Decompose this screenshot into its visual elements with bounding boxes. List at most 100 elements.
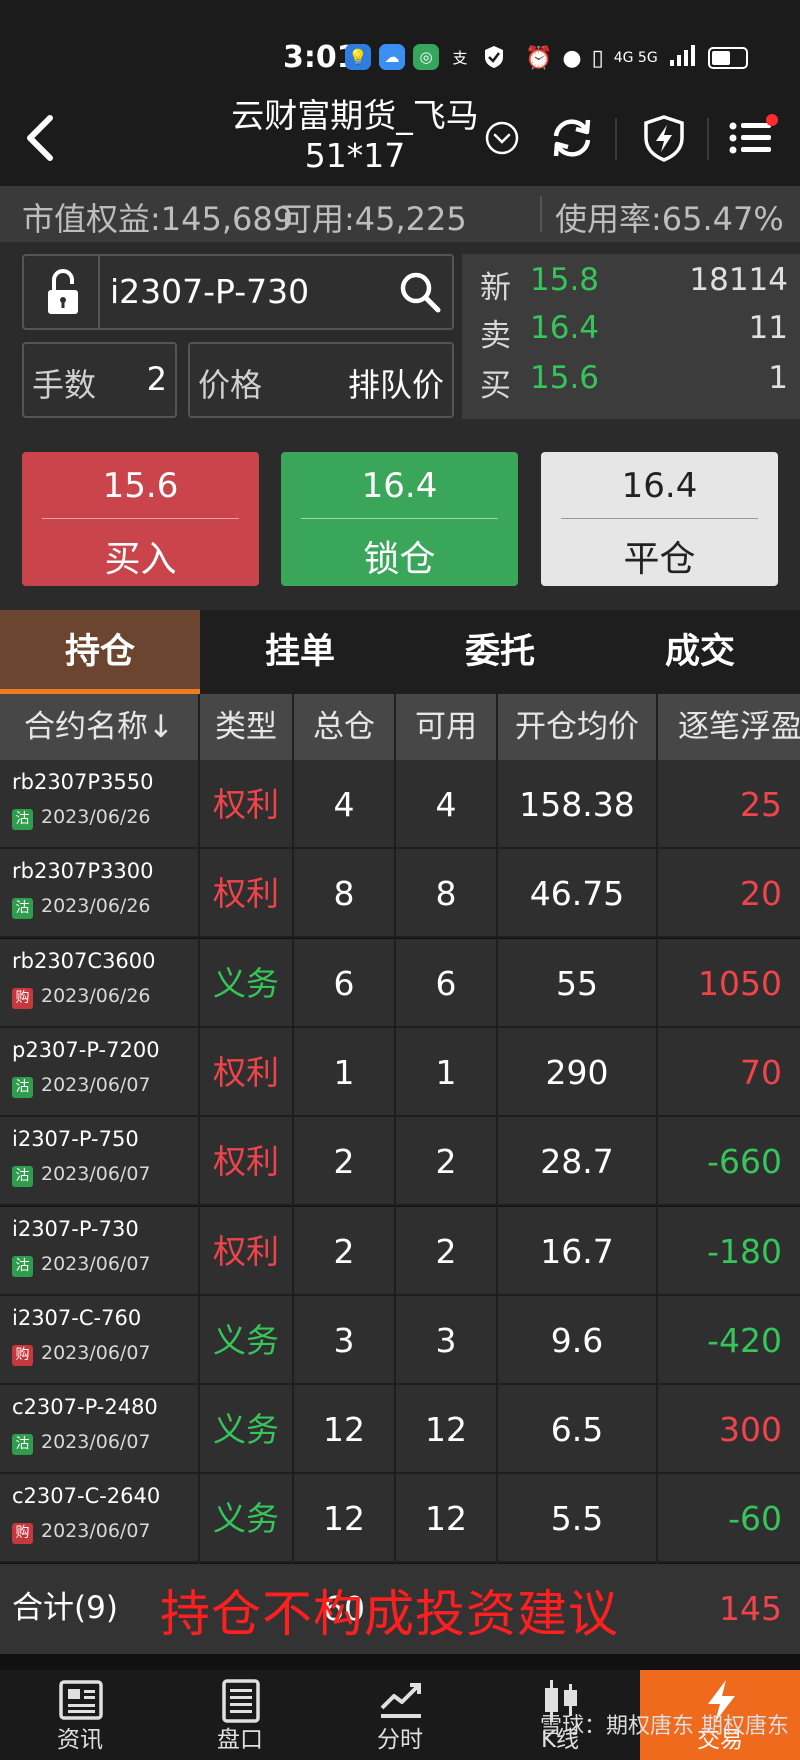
account-name: 云财富期货_飞马 [231, 96, 479, 135]
avg-open-price: 9.6 [550, 1320, 604, 1360]
total-position: 6 [333, 963, 355, 1003]
contract-field[interactable]: i2307-P-730 [22, 254, 454, 330]
alarm-icon: ⏰ [525, 45, 553, 71]
position-type: 权利 [213, 1142, 279, 1182]
price-type: 排队价 [347, 366, 444, 404]
column-divider [496, 694, 498, 1654]
network-type: 4G 5G [613, 50, 658, 66]
quick-action-button[interactable] [640, 114, 688, 162]
avg-open-price: 28.7 [540, 1142, 614, 1182]
chevron-left-icon [27, 115, 53, 161]
floating-pnl: -660 [707, 1142, 782, 1182]
column-contract-name[interactable]: 合约名称↓ [0, 694, 198, 760]
buy-divider [42, 518, 239, 519]
search-button[interactable] [396, 268, 444, 316]
position-row[interactable]: rb2307C3600 购 2023/06/26 义务 6 6 55 1050 [0, 938, 800, 1028]
buy-price: 15.6 [102, 466, 179, 506]
total-position: 4 [333, 785, 355, 824]
open-date: 2023/06/07 [41, 1520, 151, 1543]
column-pnl[interactable]: 逐笔浮盈 [658, 694, 800, 760]
close-button[interactable]: 16.4 平仓 [541, 452, 778, 586]
position-row[interactable]: c2307-C-2640 购 2023/06/07 义务 12 12 5.5 -60 [0, 1474, 800, 1564]
available-position: 12 [425, 1410, 467, 1450]
total-position: 12 [323, 1410, 365, 1450]
open-date: 2023/06/07 [41, 1163, 151, 1186]
position-row[interactable]: p2307-P-7200 沽 2023/06/07 权利 1 1 290 70 [0, 1027, 800, 1117]
available-position: 3 [435, 1320, 457, 1360]
option-type-tag: 沽 [12, 1255, 33, 1277]
position-type: 义务 [213, 1499, 279, 1539]
back-button[interactable] [18, 110, 66, 166]
position-type: 权利 [213, 1231, 279, 1271]
position-row[interactable]: c2307-P-2480 沽 2023/06/07 义务 12 12 6.5 300 [0, 1385, 800, 1475]
option-type-tag: 沽 [12, 809, 33, 830]
open-date: 2023/06/07 [41, 1073, 151, 1096]
bulb-icon: 💡 [345, 44, 371, 70]
tab-positions[interactable]: 持仓 [0, 610, 200, 694]
position-row[interactable]: rb2307P3300 沽 2023/06/26 权利 8 8 46.75 20 [0, 849, 800, 939]
floating-pnl: 300 [719, 1410, 782, 1450]
ask-row: 卖 16.4 11 [462, 310, 800, 362]
open-date: 2023/06/26 [41, 895, 151, 918]
available-value: 可用:45,225 [280, 200, 467, 238]
avg-open-price: 5.5 [550, 1499, 604, 1539]
bid-qty: 1 [768, 360, 788, 396]
nav-intraday[interactable]: 分时 [320, 1670, 480, 1760]
menu-button[interactable] [728, 114, 778, 162]
contract-name: rb2307C3600 [12, 948, 156, 973]
refresh-icon [553, 119, 591, 157]
column-available[interactable]: 可用 [396, 694, 496, 760]
total-position: 12 [323, 1499, 365, 1539]
contract-name: rb2307P3550 [12, 770, 154, 794]
nav-news-label: 资讯 [57, 1727, 103, 1753]
option-type-tag: 购 [12, 1344, 33, 1366]
option-type-tag: 购 [12, 987, 33, 1009]
tab-pending-orders[interactable]: 挂单 [200, 610, 400, 694]
tab-fills[interactable]: 成交 [600, 610, 800, 694]
search-icon [400, 272, 441, 313]
lock-price: 16.4 [361, 466, 438, 506]
account-dropdown-button[interactable] [484, 120, 520, 156]
option-type-tag: 沽 [12, 1166, 33, 1188]
price-selector[interactable]: 价格 排队价 [188, 342, 454, 418]
account-title[interactable]: 云财富期货_飞马 51*17 [220, 96, 490, 176]
price-label: 价格 [198, 366, 263, 404]
close-price: 16.4 [621, 466, 698, 506]
app-header: 云财富期货_飞马 51*17 [0, 90, 800, 186]
column-type[interactable]: 类型 [200, 694, 292, 760]
nav-orderbook[interactable]: 盘口 [160, 1670, 320, 1760]
position-row[interactable]: i2307-P-730 沽 2023/06/07 权利 2 2 16.7 -180 [0, 1206, 800, 1296]
avg-open-price: 55 [556, 963, 598, 1003]
avg-open-price: 6.5 [550, 1410, 604, 1450]
lock-toggle[interactable] [24, 256, 100, 328]
total-position: 2 [333, 1231, 355, 1271]
total-position: 3 [333, 1320, 355, 1360]
quote-panel: 新 15.8 18114 卖 16.4 11 买 15.6 1 [462, 254, 800, 419]
position-row[interactable]: i2307-P-750 沽 2023/06/07 权利 2 2 28.7 -660 [0, 1117, 800, 1207]
avg-open-price: 290 [545, 1052, 609, 1092]
available-position: 4 [435, 785, 457, 824]
nav-news[interactable]: 资讯 [0, 1670, 160, 1760]
pay-icon: 支 [452, 48, 468, 67]
floating-pnl: -180 [707, 1231, 782, 1271]
chevron-down-circle-icon [485, 121, 519, 155]
newspaper-icon [59, 1680, 103, 1720]
battery-icon [707, 47, 748, 69]
lock-button[interactable]: 16.4 锁仓 [281, 452, 518, 586]
available-position: 6 [435, 963, 457, 1003]
column-avg-price[interactable]: 开仓均价 [498, 694, 656, 760]
position-type: 义务 [213, 1410, 279, 1450]
lots-stepper[interactable]: 手数 2 [22, 342, 177, 418]
weather-icon: ☁ [379, 44, 405, 70]
disclaimer-watermark: 持仓不构成投资建议 [160, 1585, 619, 1643]
buy-button[interactable]: 15.6 买入 [22, 452, 259, 586]
refresh-button[interactable] [548, 114, 596, 162]
available-position: 1 [435, 1052, 457, 1092]
column-total[interactable]: 总仓 [294, 694, 394, 760]
position-row[interactable]: i2307-C-760 购 2023/06/07 义务 3 3 9.6 -420 [0, 1295, 800, 1385]
signal-icon [668, 44, 698, 72]
position-row[interactable]: rb2307P3550 沽 2023/06/26 权利 4 4 158.38 25 [0, 760, 800, 849]
tab-orders[interactable]: 委托 [400, 610, 600, 694]
close-label: 平仓 [623, 539, 696, 580]
menu-list-icon [729, 114, 778, 154]
